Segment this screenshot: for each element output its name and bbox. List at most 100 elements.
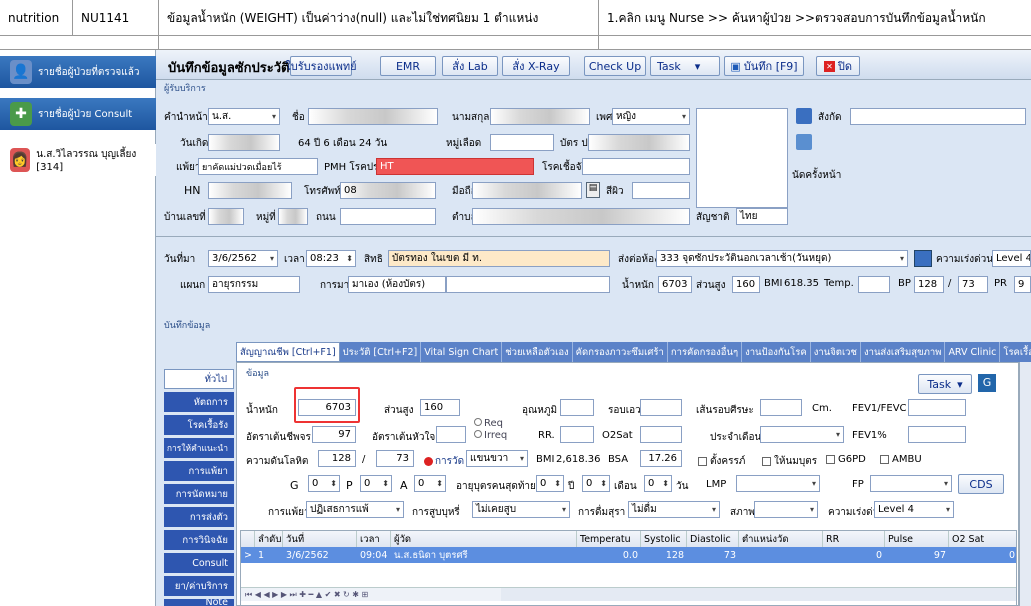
drink-select[interactable]: ไม่ดื่ม xyxy=(628,501,720,518)
sidetab-general[interactable]: ทั่วไป xyxy=(164,369,234,389)
nation-field[interactable]: ไทย xyxy=(736,208,788,225)
temp-field[interactable] xyxy=(560,399,594,416)
status-select[interactable] xyxy=(754,501,818,518)
visit-time-field[interactable]: 08:23 xyxy=(306,250,356,267)
fev1-field[interactable] xyxy=(908,426,966,443)
come-field[interactable]: มาเอง (ห้องบัตร) xyxy=(348,276,446,293)
sidetab-allergy[interactable]: การแพ้ยา xyxy=(164,461,234,481)
ambu-checkbox[interactable]: AMBU xyxy=(880,454,922,465)
grid-header[interactable]: O2 Sat xyxy=(949,531,1016,547)
close-button[interactable]: ✕ ปิด xyxy=(816,56,860,76)
fp-select[interactable] xyxy=(870,475,952,492)
left-item-nurse-user[interactable]: 👩 น.ส.วิไลวรรณ บุญเลี้ยง [314] xyxy=(0,144,156,176)
g6pd-checkbox[interactable]: G6PD xyxy=(826,454,866,465)
hn-field[interactable] xyxy=(208,182,292,199)
sidetab-advice[interactable]: การให้คำแนะนำ xyxy=(164,438,234,458)
tab-history[interactable]: ประวัติ [Ctrl+F2] xyxy=(340,342,422,362)
checkup-button[interactable]: Check Up xyxy=(584,56,646,76)
sidetab-appointment[interactable]: การนัดหมาย xyxy=(164,484,234,504)
person-icon[interactable] xyxy=(796,108,812,124)
pregnant-checkbox[interactable]: ตั้งครรภ์ xyxy=(698,454,745,469)
grid-header[interactable]: วันที่ xyxy=(283,531,357,547)
allergy-status-select[interactable]: ปฏิเสธการแพ้ xyxy=(306,501,404,518)
cds-button[interactable]: CDS xyxy=(958,474,1004,494)
dept-field[interactable] xyxy=(850,108,1026,125)
camera-icon[interactable] xyxy=(796,134,812,150)
hr-field[interactable] xyxy=(436,426,466,443)
bp-dia-field[interactable]: 73 xyxy=(376,450,414,467)
p-field[interactable]: 0 xyxy=(360,475,392,492)
left-item-consult-patients[interactable]: ✚ รายชื่อผู้ป่วย Consult xyxy=(0,98,156,130)
horizontal-scrollbar[interactable] xyxy=(501,587,1016,601)
grid-header[interactable]: ตำแหน่งวัด xyxy=(739,531,823,547)
visit-pr-field[interactable]: 9 xyxy=(1014,276,1031,293)
rr-field[interactable] xyxy=(560,426,594,443)
right-field[interactable]: บัตรทอง ในเขต มี ท. xyxy=(388,250,610,267)
o2sat-field[interactable] xyxy=(640,426,682,443)
scrollbar[interactable] xyxy=(1019,362,1031,606)
allergy-field[interactable]: ยาคัดแม่ปวดเมื่อยไร้ xyxy=(198,158,318,175)
grid-navigator[interactable]: ⏮ ◀ ◀ ▶ ▶ ⏭ ✚ ━ ▲ ✔ ✖ ↻ ✱ ⊞ xyxy=(241,587,501,601)
surname-field[interactable] xyxy=(490,108,590,125)
phone-field[interactable]: 08 xyxy=(340,182,436,199)
tab-self-help[interactable]: ช่วยเหลือตัวเอง xyxy=(502,342,573,362)
send-select[interactable]: 333 จุดซักประวัตินอกเวลาเช้า(วันหยุด) xyxy=(656,250,908,267)
lmp-select[interactable] xyxy=(736,475,820,492)
visit-bp-sys-field[interactable]: 128 xyxy=(914,276,944,293)
cid-field[interactable] xyxy=(588,134,690,151)
sidetab-referral[interactable]: การส่งตัว xyxy=(164,507,234,527)
tambon-field[interactable] xyxy=(472,208,690,225)
visit-date-field[interactable]: 3/6/2562 xyxy=(208,250,278,267)
sidetab-chronic[interactable]: โรคเรื้อรัง xyxy=(164,415,234,435)
certificate-button[interactable]: ใบรับรองแพทย์ xyxy=(285,56,357,76)
bsa-field[interactable]: 17.26 xyxy=(640,450,682,467)
year-field[interactable]: 0 xyxy=(536,475,564,492)
bp-method-button[interactable]: การวัด xyxy=(424,454,464,469)
prefix-select[interactable]: น.ส. xyxy=(208,108,280,125)
grid-header[interactable]: ผู้วัด xyxy=(391,531,577,547)
fev1fvc-field[interactable] xyxy=(908,399,966,416)
order-lab-button[interactable]: สั่ง Lab xyxy=(442,56,498,76)
irreq-radio[interactable]: Irreq xyxy=(474,430,507,441)
bloodgroup-field[interactable] xyxy=(490,134,554,151)
moo-field[interactable] xyxy=(278,208,308,225)
tab-depression[interactable]: คัดกรองภาวะซึมเศร้า xyxy=(573,342,668,362)
road-field[interactable] xyxy=(340,208,436,225)
grid-header[interactable]: Pulse xyxy=(885,531,949,547)
tab-other-screening[interactable]: การคัดกรองอื่นๆ xyxy=(668,342,743,362)
refresh-icon[interactable]: G xyxy=(978,374,996,392)
pmh-field[interactable]: HT xyxy=(376,158,534,175)
visit-bp-dia-field[interactable]: 73 xyxy=(958,276,988,293)
name-field[interactable] xyxy=(308,108,438,125)
sidetab-consult[interactable]: Consult xyxy=(164,553,234,573)
day-field[interactable]: 0 xyxy=(644,475,672,492)
tab-arv-clinic[interactable]: ARV Clinic xyxy=(945,342,1001,362)
grid-header[interactable]: Diastolic xyxy=(687,531,739,547)
tab-health-promotion[interactable]: งานส่งเสริมสุขภาพ xyxy=(861,342,946,362)
visit-weight-field[interactable]: 6703 xyxy=(658,276,692,293)
visit-urgency-select[interactable]: Level 4 xyxy=(992,250,1031,267)
req-radio[interactable]: Req xyxy=(474,418,503,429)
task-button[interactable]: Task ▾ xyxy=(650,56,720,76)
tab-psychiatry[interactable]: งานจิตเวช xyxy=(811,342,861,362)
bp-side-select[interactable]: แขนขวา xyxy=(466,450,528,467)
month-field[interactable]: 0 xyxy=(582,475,610,492)
sidetab-diagnosis[interactable]: การวินิจฉัย xyxy=(164,530,234,550)
mobile-field[interactable] xyxy=(472,182,582,199)
head-field[interactable] xyxy=(760,399,802,416)
sidetab-medicine[interactable]: ยา/ค่าบริการ xyxy=(164,576,234,596)
sidetab-procedure[interactable]: หัตถการ xyxy=(164,392,234,412)
pulse-field[interactable]: 97 xyxy=(312,426,356,443)
breastfeed-checkbox[interactable]: ให้นมบุตร xyxy=(762,454,817,469)
sidetab-note[interactable]: Note xyxy=(164,599,234,606)
g-field[interactable]: 0 xyxy=(308,475,340,492)
sex-select[interactable]: หญิง xyxy=(612,108,690,125)
emr-button[interactable]: EMR xyxy=(380,56,436,76)
smoke-select[interactable]: ไม่เคยสูบ xyxy=(472,501,570,518)
tab-leprosy[interactable]: โรคเรื้อ xyxy=(1000,342,1031,362)
tab-vital-signs[interactable]: สัญญาณชีพ [Ctrl+F1] xyxy=(236,342,340,362)
waist-field[interactable] xyxy=(640,399,682,416)
visit-height-field[interactable]: 160 xyxy=(732,276,760,293)
grid-header[interactable]: เวลา xyxy=(357,531,391,547)
visit-dept-field[interactable]: อายุรกรรม xyxy=(208,276,300,293)
